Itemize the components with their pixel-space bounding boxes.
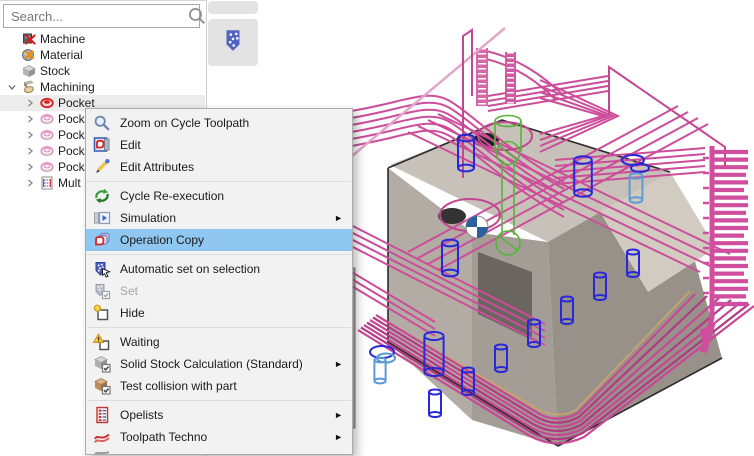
tree-item-stock[interactable]: Stock — [0, 63, 205, 79]
menu-item-edit[interactable]: Edit — [86, 134, 352, 156]
chevron-right-icon[interactable] — [22, 129, 38, 141]
edit-icon — [89, 136, 115, 154]
edit-attributes-icon — [89, 158, 115, 176]
menu-item-toolpath-techno[interactable]: Toolpath Techno ► — [86, 426, 352, 448]
chevron-right-icon[interactable] — [22, 113, 38, 125]
menu-item-partial[interactable] — [86, 448, 352, 455]
menu-item-zoom-on-cycle-toolpath[interactable]: Zoom on Cycle Toolpath — [86, 112, 352, 134]
menu-item-simulation[interactable]: Simulation ► — [86, 207, 352, 229]
menu-separator — [87, 181, 351, 182]
context-menu: Zoom on Cycle Toolpath Edit Edit Attribu… — [85, 108, 353, 455]
waiting-icon — [89, 333, 115, 351]
hide-icon — [89, 304, 115, 322]
simulation-icon — [89, 209, 115, 227]
submenu-arrow-icon: ► — [334, 411, 343, 420]
menu-item-edit-attributes[interactable]: Edit Attributes — [86, 156, 352, 178]
pocket-icon — [38, 111, 55, 127]
chevron-right-icon[interactable] — [22, 145, 38, 157]
multi-op-icon — [38, 175, 55, 191]
viewport-3d[interactable] — [345, 0, 754, 455]
set-button[interactable] — [208, 19, 258, 66]
toolpath-vertical-strips — [476, 48, 516, 106]
menu-item-hide[interactable]: Hide — [86, 302, 352, 324]
pocket-icon — [38, 159, 55, 175]
opelists-icon — [89, 406, 115, 424]
tree-item-machining[interactable]: Machining — [0, 79, 205, 95]
chevron-down-icon[interactable] — [4, 81, 20, 93]
submenu-arrow-icon: ► — [334, 360, 343, 369]
menu-item-waiting[interactable]: Waiting — [86, 331, 352, 353]
material-icon — [20, 47, 37, 63]
chevron-right-icon[interactable] — [22, 161, 38, 173]
test-collision-icon — [89, 377, 115, 395]
partial-icon — [89, 450, 115, 455]
chevron-right-icon[interactable] — [22, 177, 38, 189]
zoom-icon — [89, 114, 115, 132]
menu-separator — [87, 400, 351, 401]
solid-stock-icon — [89, 355, 115, 373]
search-icon — [187, 6, 207, 26]
machine-icon — [20, 31, 37, 47]
chevron-right-icon[interactable] — [22, 97, 38, 109]
menu-item-operation-copy[interactable]: Operation Copy — [86, 229, 352, 251]
set-icon — [89, 282, 115, 300]
cycle-reexecution-icon — [89, 187, 115, 205]
pocket-icon — [38, 143, 55, 159]
menu-item-opelists[interactable]: Opelists ► — [86, 404, 352, 426]
submenu-arrow-icon: ► — [334, 433, 343, 442]
tree-item-material[interactable]: Material — [0, 47, 205, 63]
menu-item-set: Set — [86, 280, 352, 302]
submenu-arrow-icon: ► — [334, 214, 343, 223]
tree-item-machine[interactable]: Machine — [0, 31, 205, 47]
search-input[interactable] — [4, 9, 187, 24]
menu-separator — [87, 327, 351, 328]
toolpath-techno-icon — [89, 428, 115, 446]
menu-item-cycle-reexecution[interactable]: Cycle Re-execution — [86, 185, 352, 207]
orientation-ball-icon — [466, 216, 488, 238]
operation-copy-icon — [89, 231, 115, 249]
blue-shield-dots-icon — [220, 27, 246, 58]
pocket-red-icon — [38, 95, 55, 111]
toolbar-button-partial[interactable] — [208, 1, 258, 14]
menu-separator — [87, 254, 351, 255]
stock-icon — [20, 63, 37, 79]
menu-item-automatic-set-on-selection[interactable]: Automatic set on selection — [86, 258, 352, 280]
pocket-icon — [38, 127, 55, 143]
menu-item-solid-stock-calculation[interactable]: Solid Stock Calculation (Standard) ► — [86, 353, 352, 375]
automatic-set-icon — [89, 260, 115, 278]
menu-item-test-collision-with-part[interactable]: Test collision with part — [86, 375, 352, 397]
search-box[interactable] — [3, 4, 200, 28]
machining-icon — [20, 79, 37, 95]
